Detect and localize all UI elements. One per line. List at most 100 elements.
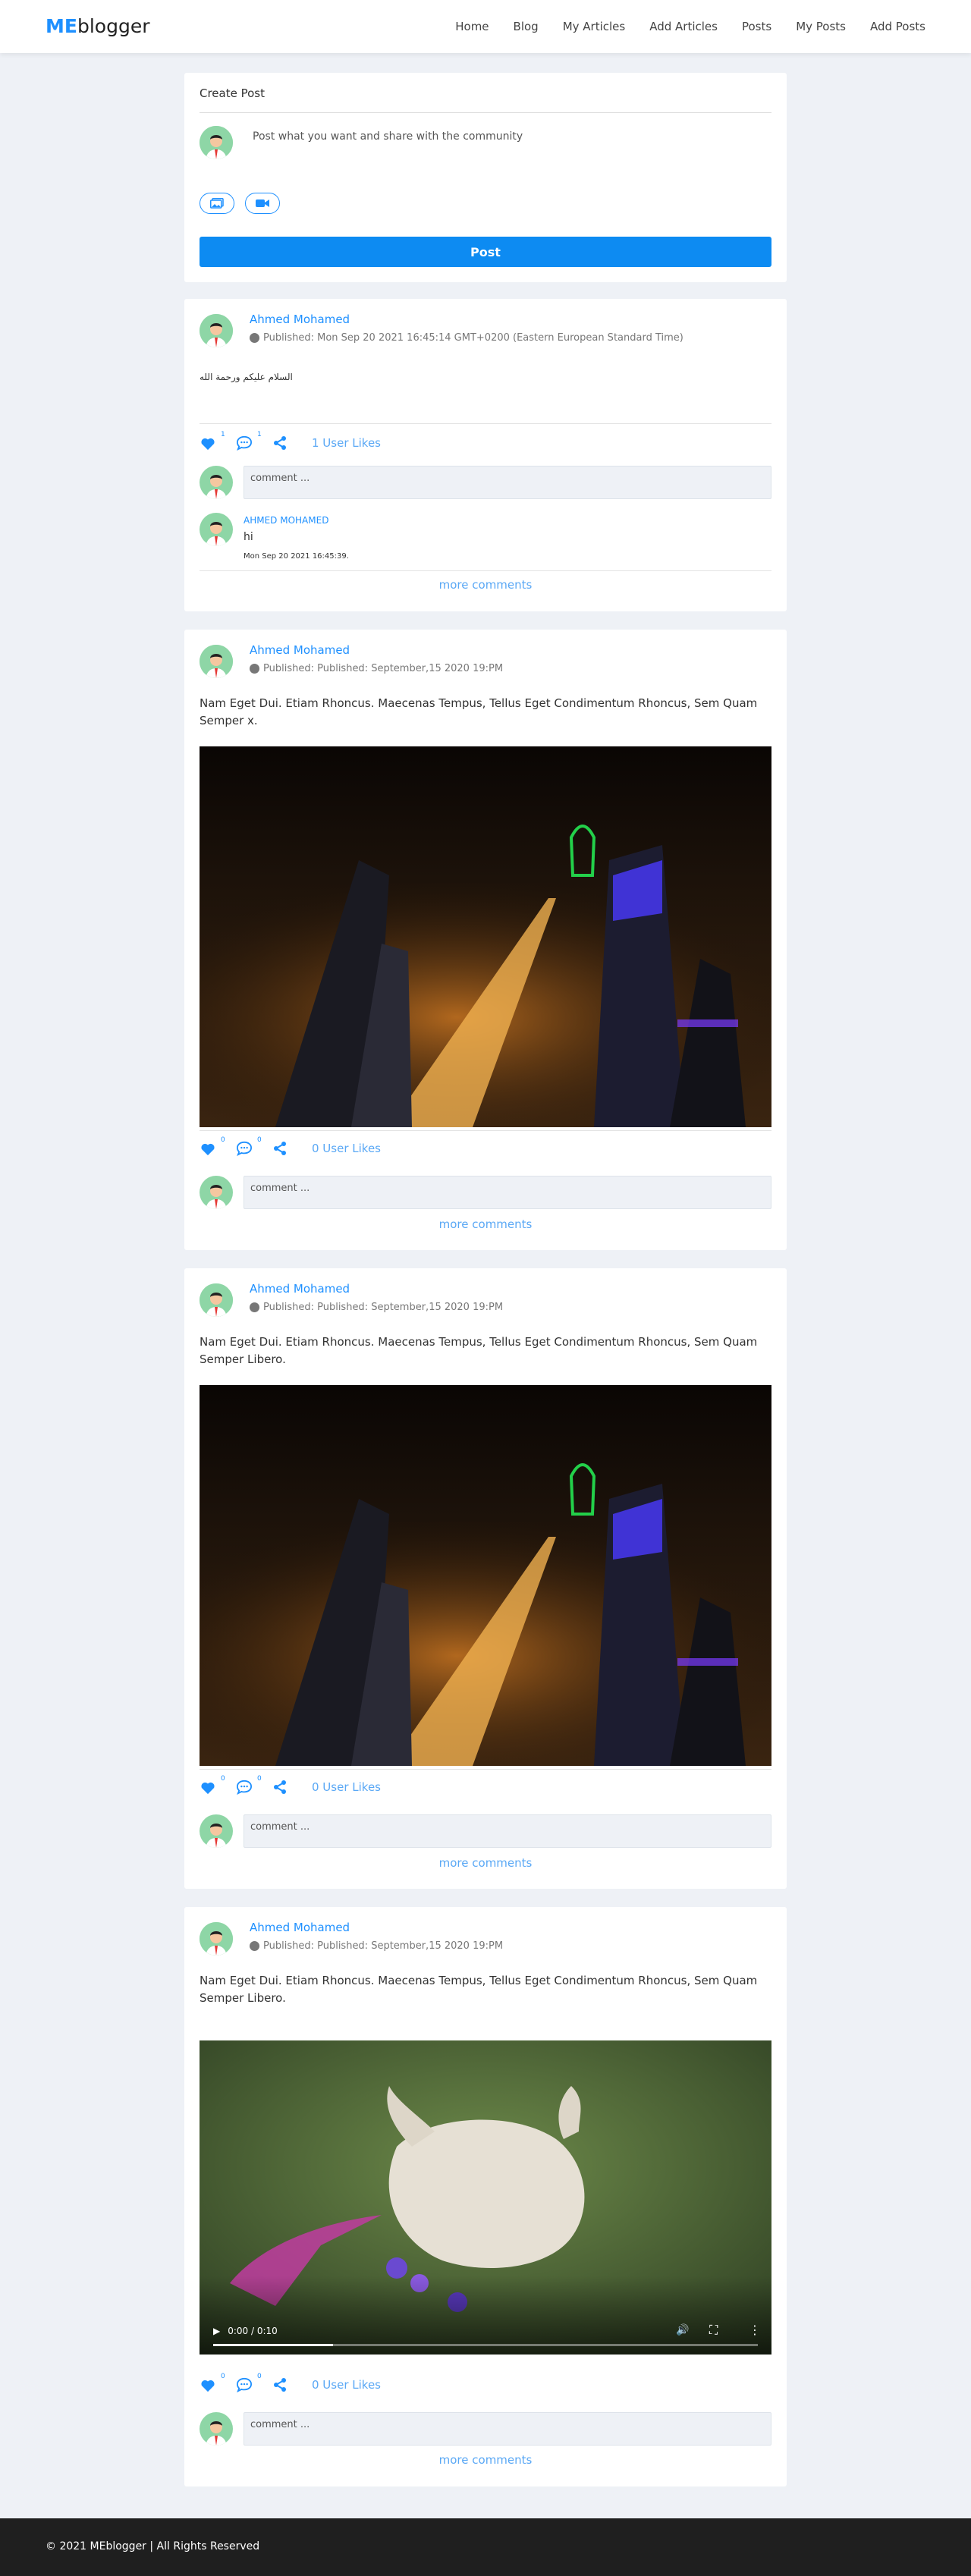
commenter-avatar xyxy=(200,2412,233,2446)
fullscreen-icon[interactable]: ⛶ xyxy=(709,2323,718,2338)
comment-body: hi xyxy=(244,531,253,543)
author-avatar[interactable] xyxy=(200,645,233,678)
share-icon xyxy=(274,1780,286,1794)
post-author[interactable]: Ahmed Mohamed xyxy=(250,1921,350,1934)
video-controls: ▶ 0:00 / 0:10 xyxy=(213,2326,278,2336)
comment-count: 1 xyxy=(257,431,262,438)
share-button[interactable] xyxy=(272,2374,309,2395)
post-video[interactable]: ▶ 0:00 / 0:10 🔊 ⛶ ⋮ xyxy=(200,2040,771,2355)
comment-button[interactable]: 0 xyxy=(236,1775,272,1798)
divider xyxy=(200,1130,771,1131)
post-date: Published: Published: September,15 2020 … xyxy=(250,663,503,674)
post-author[interactable]: Ahmed Mohamed xyxy=(250,313,350,326)
more-comments-link[interactable]: more comments xyxy=(184,1856,787,1870)
play-icon[interactable]: ▶ xyxy=(213,2326,220,2336)
comment-input[interactable]: comment ... xyxy=(244,1176,771,1209)
divider xyxy=(200,112,771,113)
video-time: 0:00 / 0:10 xyxy=(228,2326,278,2336)
comment-icon xyxy=(236,435,253,451)
comment-input[interactable]: comment ... xyxy=(244,2412,771,2446)
comment-icon xyxy=(236,1141,253,1156)
like-button[interactable]: 0 xyxy=(200,1775,236,1798)
comment-input[interactable]: comment ... xyxy=(244,466,771,499)
comment-author-avatar xyxy=(200,513,233,546)
share-icon xyxy=(274,1142,286,1155)
comment-date: Mon Sep 20 2021 16:45:39. xyxy=(244,552,349,561)
post-author[interactable]: Ahmed Mohamed xyxy=(250,643,350,657)
footer-copyright: © 2021 MEblogger | All Rights Reserved xyxy=(46,2540,260,2552)
post-button[interactable]: Post xyxy=(200,237,771,267)
share-button[interactable] xyxy=(272,1776,309,1798)
nav-add-posts[interactable]: Add Posts xyxy=(870,20,925,33)
post-image-city-night[interactable] xyxy=(200,746,771,1127)
heart-icon xyxy=(201,1143,215,1156)
comment-icon xyxy=(236,2377,253,2392)
post-text: السلام عليكم ورحمة الله xyxy=(200,372,293,382)
nav-posts[interactable]: Posts xyxy=(742,20,771,33)
volume-icon[interactable]: 🔊 xyxy=(676,2324,689,2336)
create-post-input[interactable]: Post what you want and share with the co… xyxy=(253,130,523,143)
likes-count[interactable]: 0 User Likes xyxy=(312,1142,381,1155)
like-count: 0 xyxy=(221,1775,225,1783)
like-count: 0 xyxy=(221,1136,225,1144)
likes-count[interactable]: 0 User Likes xyxy=(312,2378,381,2392)
author-avatar[interactable] xyxy=(200,314,233,347)
post-date: Published: Published: September,15 2020 … xyxy=(250,1940,503,1952)
avatar xyxy=(200,126,233,159)
share-button[interactable] xyxy=(272,1138,309,1159)
like-button[interactable]: 1 xyxy=(200,431,236,454)
divider xyxy=(200,423,771,424)
nav-blog[interactable]: Blog xyxy=(514,20,539,33)
post-image-city-night[interactable] xyxy=(200,1385,771,1766)
comment-icon xyxy=(236,1780,253,1795)
heart-icon xyxy=(201,438,215,451)
post-card: Ahmed Mohamed Published: Published: Sept… xyxy=(184,1907,787,2486)
post-actions: 0 0 0 User Likes xyxy=(200,1775,381,1798)
comment-button[interactable]: 0 xyxy=(236,2373,272,2395)
nav-home[interactable]: Home xyxy=(455,20,489,33)
author-avatar[interactable] xyxy=(200,1283,233,1317)
post-date: Published: Mon Sep 20 2021 16:45:14 GMT+… xyxy=(250,332,683,344)
heart-icon xyxy=(201,1782,215,1795)
globe-icon xyxy=(250,664,259,674)
share-button[interactable] xyxy=(272,432,309,454)
like-button[interactable]: 0 xyxy=(200,1136,236,1159)
comment-author[interactable]: AHMED MOHAMED xyxy=(244,515,328,526)
add-image-button[interactable] xyxy=(200,193,234,214)
comment-count: 0 xyxy=(257,1775,262,1783)
divider xyxy=(200,1769,771,1770)
likes-count[interactable]: 0 User Likes xyxy=(312,1780,381,1794)
more-comments-link[interactable]: more comments xyxy=(184,2453,787,2467)
create-post-card: Create Post Post what you want and share… xyxy=(184,73,787,282)
more-comments-link[interactable]: more comments xyxy=(184,578,787,592)
post-card: Ahmed Mohamed Published: Published: Sept… xyxy=(184,1268,787,1889)
post-text: Nam Eget Dui. Etiam Rhoncus. Maecenas Te… xyxy=(200,1974,758,2005)
like-button[interactable]: 0 xyxy=(200,2373,236,2395)
create-post-title: Create Post xyxy=(200,86,265,100)
comment-input[interactable]: comment ... xyxy=(244,1814,771,1848)
nav-my-articles[interactable]: My Articles xyxy=(563,20,626,33)
nav-add-articles[interactable]: Add Articles xyxy=(649,20,718,33)
post-text: Nam Eget Dui. Etiam Rhoncus. Maecenas Te… xyxy=(200,1335,758,1366)
post-author[interactable]: Ahmed Mohamed xyxy=(250,1282,350,1296)
more-options-icon[interactable]: ⋮ xyxy=(749,2323,761,2337)
author-avatar[interactable] xyxy=(200,1922,233,1956)
comment-count: 0 xyxy=(257,2373,262,2380)
logo[interactable]: MEblogger xyxy=(46,14,149,39)
share-icon xyxy=(274,2378,286,2392)
comment-button[interactable]: 0 xyxy=(236,1136,272,1159)
post-actions: 0 0 0 User Likes xyxy=(200,1136,381,1159)
comment-button[interactable]: 1 xyxy=(236,431,272,454)
likes-count[interactable]: 1 User Likes xyxy=(312,436,381,450)
video-progress[interactable] xyxy=(213,2344,758,2346)
video-icon xyxy=(256,199,269,207)
commenter-avatar xyxy=(200,466,233,499)
nav-my-posts[interactable]: My Posts xyxy=(796,20,846,33)
add-video-button[interactable] xyxy=(245,193,280,214)
more-comments-link[interactable]: more comments xyxy=(184,1217,787,1231)
nav-menu: Home Blog My Articles Add Articles Posts… xyxy=(431,0,925,53)
globe-icon xyxy=(250,1941,259,1951)
heart-icon xyxy=(201,2380,215,2392)
navbar: MEblogger Home Blog My Articles Add Arti… xyxy=(0,0,971,53)
post-actions: 1 1 1 User Likes xyxy=(200,431,381,454)
